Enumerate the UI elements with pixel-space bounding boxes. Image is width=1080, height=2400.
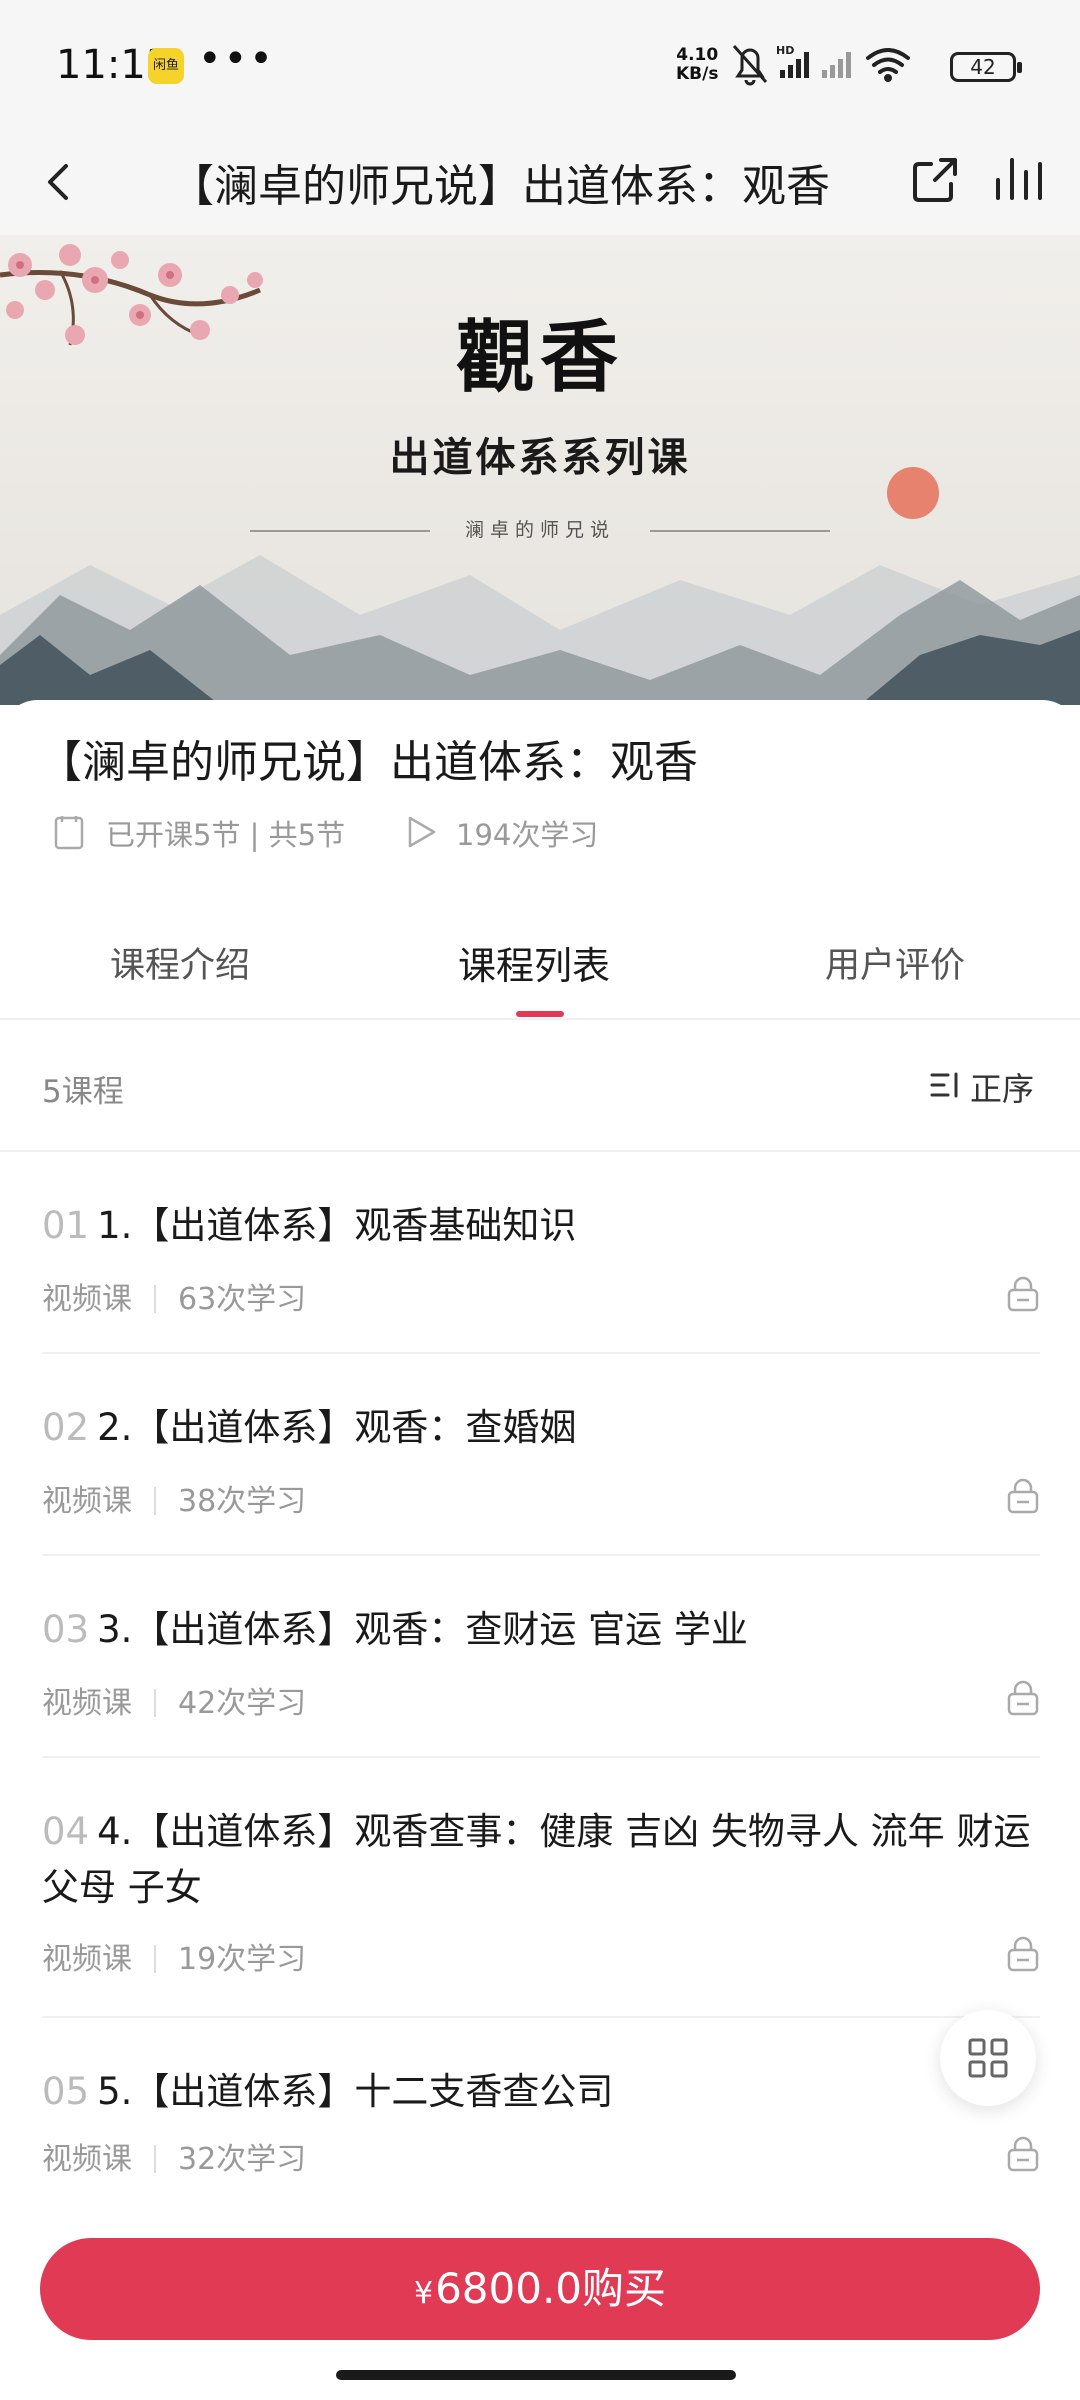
document-icon (54, 816, 84, 850)
lesson-item[interactable]: 01 1.【出道体系】观香基础知识 视频课 63次学习 (42, 1152, 1040, 1354)
meta-divider (154, 1487, 156, 1515)
lesson-views: 38次学习 (178, 1484, 307, 1519)
lesson-title-text: 3.【出道体系】观香：查财运 官运 学业 (97, 1608, 748, 1651)
network-speed-value: 4.10 (676, 45, 719, 65)
status-bar: 11:13 闲鱼 ••• 4.10 KB/s HD 42 (0, 0, 1080, 130)
meta-divider (154, 1945, 156, 1973)
lesson-views: 63次学习 (178, 1282, 307, 1317)
lock-icon (1007, 1478, 1039, 1514)
meta-divider (154, 2145, 156, 2173)
lesson-item[interactable]: 05 5.【出道体系】十二支香查公司 视频课 32次学习 (42, 2018, 1040, 2218)
grid-menu-button[interactable] (940, 2010, 1036, 2106)
lesson-meta: 视频课 32次学习 (42, 2134, 306, 2178)
lock-icon (1007, 1276, 1039, 1312)
lesson-title: 01 1.【出道体系】观香基础知识 (42, 1198, 1040, 1254)
course-banner: 觀香 出道体系系列课 澜卓的师兄说 (0, 235, 1080, 705)
banner-title: 觀香 (455, 312, 624, 403)
lesson-title: 02 2.【出道体系】观香：查婚姻 (42, 1400, 1040, 1456)
lesson-title-text: 2.【出道体系】观香：查婚姻 (97, 1406, 577, 1449)
red-sun (887, 467, 939, 519)
lesson-title-text: 5.【出道体系】十二支香查公司 (97, 2070, 614, 2113)
lesson-list-header: 5课程 正序 (0, 1022, 1080, 1152)
home-indicator[interactable] (336, 2370, 736, 2380)
banner-subtitle: 出道体系系列课 (389, 435, 691, 481)
lesson-type: 视频课 (42, 1686, 132, 1721)
mute-bell-icon (732, 45, 768, 86)
network-speed-unit: KB/s (676, 64, 719, 84)
grid-icon (968, 2038, 1008, 2078)
lesson-views: 32次学习 (178, 2142, 307, 2177)
lesson-views: 19次学习 (178, 1942, 307, 1977)
sort-icon[interactable] (930, 1070, 962, 1100)
lock-icon (1007, 2136, 1039, 2172)
lesson-type: 视频课 (42, 1282, 132, 1317)
lesson-meta: 视频课 19次学习 (42, 1934, 306, 1978)
lesson-number: 04 (42, 1810, 90, 1853)
views-count: 194次学习 (456, 818, 599, 852)
tab-course-intro[interactable]: 课程介绍 (110, 937, 250, 988)
meta-divider (154, 1285, 156, 1313)
banner-author: 澜卓的师兄说 (464, 519, 615, 541)
more-notifications-icon: ••• (198, 36, 275, 82)
sort-order-button[interactable]: 正序 (970, 1064, 1034, 1110)
wifi-icon (866, 48, 910, 82)
meta-divider (154, 1689, 156, 1717)
lesson-number: 05 (42, 2070, 90, 2113)
lesson-title: 03 3.【出道体系】观香：查财运 官运 学业 (42, 1602, 1040, 1658)
lesson-title: 05 5.【出道体系】十二支香查公司 (42, 2064, 1040, 2120)
course-title: 【澜卓的师兄说】出道体系：观香 (38, 737, 698, 788)
lesson-meta: 视频课 38次学习 (42, 1476, 306, 1520)
lesson-title-text: 1.【出道体系】观香基础知识 (97, 1204, 577, 1247)
signal-hd-icon: HD (776, 44, 809, 78)
lesson-number: 01 (42, 1204, 90, 1247)
lesson-title-text: 4.【出道体系】观香查事：健康 吉凶 失物寻人 流年 财运 父母 子女 (42, 1810, 1031, 1909)
course-page: 11:13 闲鱼 ••• 4.10 KB/s HD 42 【澜卓的师兄说】出道体… (0, 0, 1080, 2400)
currency-symbol: ¥ (413, 2276, 434, 2311)
share-icon[interactable] (905, 150, 965, 210)
lesson-meta: 视频课 42次学习 (42, 1678, 306, 1722)
page-title: 【澜卓的师兄说】出道体系：观香 (170, 161, 830, 212)
course-tabs: 课程介绍 课程列表 用户评价 (0, 905, 1080, 1020)
buy-button-label: 6800.0购买 (435, 2264, 667, 2313)
lesson-count: 5课程 (42, 1074, 124, 1110)
course-header-card: 【澜卓的师兄说】出道体系：观香 已开课5节 | 共5节 194次学习 (0, 700, 1080, 905)
title-bar: 【澜卓的师兄说】出道体系：观香 (0, 130, 1080, 235)
tab-course-list[interactable]: 课程列表 (458, 935, 610, 990)
battery-icon: 42 (950, 52, 1022, 82)
status-icons: HD (732, 44, 910, 86)
lesson-title: 04 4.【出道体系】观香查事：健康 吉凶 失物寻人 流年 财运 父母 子女 (42, 1804, 1040, 1916)
tab-user-reviews[interactable]: 用户评价 (825, 937, 965, 988)
xianyu-app-icon: 闲鱼 (148, 48, 184, 84)
back-arrow-icon[interactable] (30, 152, 90, 212)
lesson-meta: 视频课 63次学习 (42, 1274, 306, 1318)
active-tab-indicator (516, 1011, 564, 1017)
lesson-type: 视频课 (42, 1942, 132, 1977)
lessons-count: 已开课5节 | 共5节 (106, 818, 346, 852)
lesson-number: 03 (42, 1608, 90, 1651)
lesson-item[interactable]: 04 4.【出道体系】观香查事：健康 吉凶 失物寻人 流年 财运 父母 子女 视频… (42, 1758, 1040, 2018)
stats-bars-icon[interactable] (990, 150, 1050, 210)
lesson-number: 02 (42, 1406, 90, 1449)
svg-text:HD: HD (776, 44, 794, 57)
lock-icon (1007, 1680, 1039, 1716)
network-speed: 4.10 KB/s (676, 46, 718, 84)
lesson-type: 视频课 (42, 1484, 132, 1519)
lesson-views: 42次学习 (178, 1686, 307, 1721)
lesson-type: 视频课 (42, 2142, 132, 2177)
signal-icon (822, 52, 851, 78)
lesson-item[interactable]: 02 2.【出道体系】观香：查婚姻 视频课 38次学习 (42, 1354, 1040, 1556)
buy-button[interactable]: ¥6800.0购买 (40, 2238, 1040, 2340)
lock-icon (1007, 1936, 1039, 1972)
lesson-item[interactable]: 03 3.【出道体系】观香：查财运 官运 学业 视频课 42次学习 (42, 1556, 1040, 1758)
play-icon (408, 816, 436, 848)
